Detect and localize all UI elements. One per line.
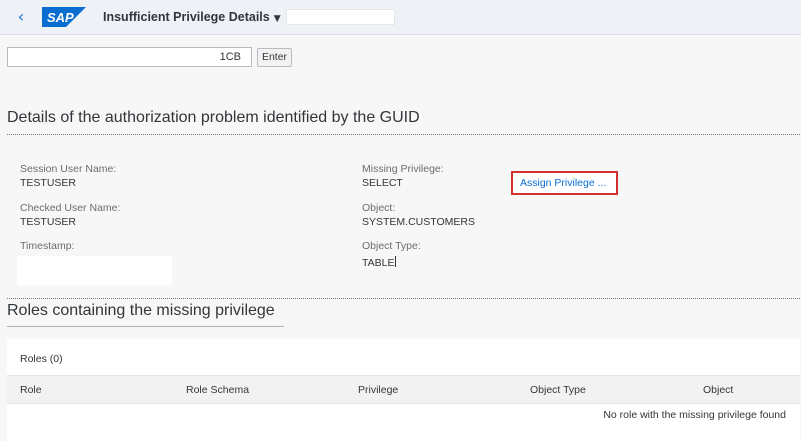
enter-button[interactable]: Enter [257, 48, 292, 67]
column-header-role[interactable]: Role [20, 384, 42, 396]
column-header-role-schema[interactable]: Role Schema [186, 384, 249, 396]
app-title-menu[interactable]: Insufficient Privilege Details ▼ [103, 10, 281, 24]
missing-privilege-label: Missing Privilege: [362, 163, 444, 175]
chevron-left-icon: ‹ [17, 7, 25, 26]
object-value: SYSTEM.CUSTOMERS [362, 216, 475, 228]
roles-table: Roles (0) Role Role Schema Privilege Obj… [7, 339, 800, 441]
assign-privilege-button[interactable]: Assign Privilege ... [511, 171, 618, 195]
text-cursor [395, 256, 397, 267]
details-section-title: Details of the authorization problem ide… [7, 109, 420, 126]
object-type-field: TABLE [362, 256, 397, 269]
session-user-value: TESTUSER [20, 177, 77, 189]
sap-logo: SAP [42, 7, 86, 27]
column-header-privilege[interactable]: Privilege [358, 384, 398, 396]
missing-privilege-value: SELECT [362, 177, 403, 189]
checked-user-label: Checked User Name: [20, 202, 121, 214]
empty-table-message: No role with the missing privilege found [603, 409, 786, 421]
caret-down-icon: ▼ [273, 14, 281, 24]
roles-title-underline [7, 326, 284, 327]
guid-input[interactable]: 1CB [7, 47, 252, 67]
object-label: Object: [362, 202, 396, 214]
roles-count: Roles (0) [20, 353, 63, 365]
back-button[interactable]: ‹ [12, 8, 30, 26]
title-context-field [286, 9, 395, 25]
column-header-object[interactable]: Object [703, 384, 733, 396]
table-header-row: Role Role Schema Privilege Object Type O… [7, 375, 800, 404]
session-user-label: Session User Name: [20, 163, 117, 175]
app-title: Insufficient Privilege Details [103, 10, 270, 24]
shell-bar: ‹ SAP Insufficient Privilege Details ▼ [0, 0, 801, 35]
details-divider [7, 134, 800, 135]
logo-text: SAP [47, 10, 74, 25]
checked-user-value: TESTUSER [20, 216, 77, 228]
roles-divider [7, 298, 800, 299]
object-type-value: TABLE [362, 257, 395, 269]
roles-section-title: Roles containing the missing privilege [7, 302, 275, 319]
timestamp-label: Timestamp: [20, 240, 75, 252]
object-type-label: Object Type: [362, 240, 421, 252]
timestamp-value [17, 256, 172, 285]
column-header-object-type[interactable]: Object Type [530, 384, 586, 396]
